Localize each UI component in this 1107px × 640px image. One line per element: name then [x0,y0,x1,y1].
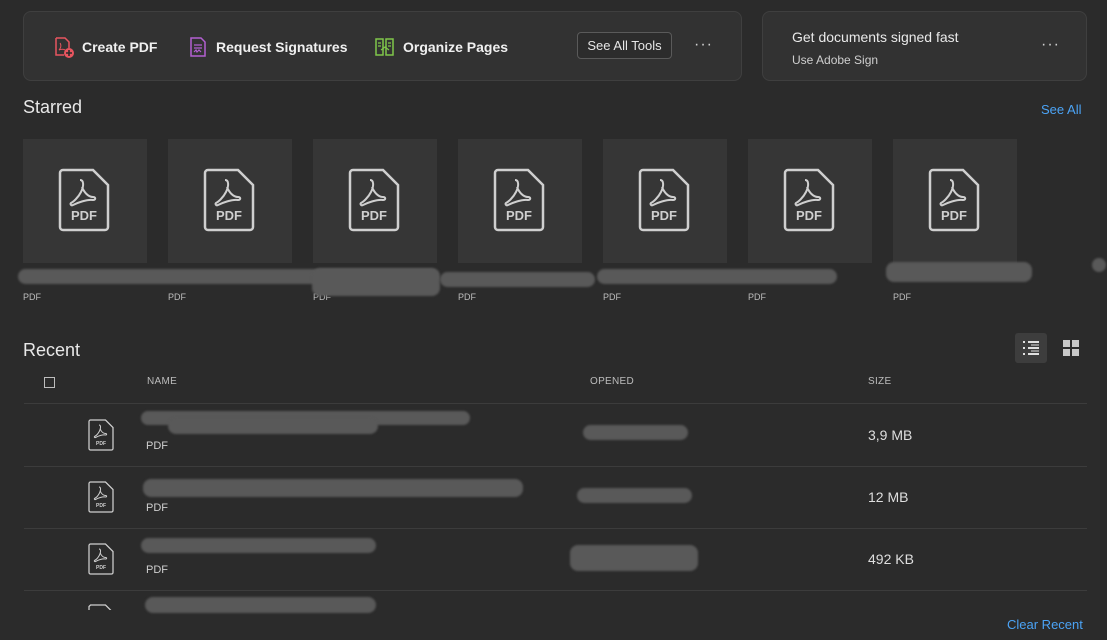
pdf-icon-label: PDF [96,503,106,509]
pdf-file-icon: PDF [203,168,255,232]
grid-view-button[interactable] [1055,333,1087,363]
starred-file-card[interactable]: PDF [458,139,582,263]
pdf-icon-label: PDF [96,441,106,447]
pdf-file-icon: PDF [348,168,400,232]
pdf-file-icon: PDF [638,168,690,232]
quick-tools-panel: Create PDF Request Signatures Organize P… [23,11,742,81]
starred-file-type: PDF [893,292,911,302]
redacted-name [168,418,378,434]
starred-file-type: PDF [458,292,476,302]
organize-pages-label: Organize Pages [403,39,509,55]
starred-file-card[interactable]: PDF [23,139,147,263]
pdf-icon-label: PDF [941,208,967,223]
recent-file-type: PDF [146,564,168,576]
pdf-file-icon: PDF [88,543,114,575]
pdf-icon-label: PDF [361,208,387,223]
pdf-icon-label: PDF [216,208,242,223]
divider [24,590,1087,591]
create-pdf-tool[interactable]: Create PDF [53,34,157,60]
file-icon: PDF [88,543,114,580]
redacted-name [145,597,376,613]
see-all-tools-button[interactable]: See All Tools [577,32,672,59]
starred-file-type: PDF [23,292,41,302]
starred-file-card[interactable]: PDF [313,139,437,263]
starred-file-type: PDF [603,292,621,302]
redacted-name [440,272,595,287]
sign-promo-title: Get documents signed fast [792,29,959,45]
create-pdf-label: Create PDF [82,39,158,55]
file-thumbnail: PDF [348,168,400,237]
starred-file-card[interactable]: PDF [168,139,292,263]
recent-title: Recent [23,340,81,360]
pdf-icon-label: PDF [651,208,677,223]
redacted-name [143,479,523,497]
pdf-file-icon: PDF [88,419,114,451]
redacted-name [886,262,1032,282]
recent-file-size: 492 KB [868,551,914,567]
organize-pages-tool[interactable]: Organize Pages [374,34,508,60]
recent-file-row[interactable]: PDF PDF 12 MB [24,466,1087,528]
organize-pages-icon [375,38,394,56]
recent-file-type: PDF [146,502,168,514]
file-icon [88,604,114,610]
request-signatures-icon [190,37,206,57]
file-icon: PDF [88,419,114,456]
starred-see-all-link[interactable]: See All [1041,102,1081,117]
redacted-date [570,545,698,571]
pdf-file-icon: PDF [58,168,110,232]
file-icon: PDF [88,481,114,518]
scroll-indicator[interactable] [1092,258,1106,272]
redacted-date [583,425,688,440]
starred-file-type: PDF [748,292,766,302]
request-signatures-tool[interactable]: Request Signatures [187,34,347,60]
select-all-checkbox[interactable] [44,377,55,388]
pdf-icon-label: PDF [796,208,822,223]
redacted-name [312,268,440,296]
pdf-file-icon: PDF [493,168,545,232]
create-pdf-icon [55,37,74,58]
recent-file-size: 3,9 MB [868,427,913,443]
starred-file-type: PDF [168,292,186,302]
sign-promo-more-icon[interactable]: ··· [1041,37,1060,53]
column-header-size[interactable]: SIZE [868,376,891,387]
redacted-name [141,538,376,553]
column-header-name[interactable]: NAME [147,376,177,387]
pdf-icon-label: PDF [506,208,532,223]
pdf-file-icon: PDF [783,168,835,232]
column-header-opened[interactable]: OPENED [590,376,634,387]
pdf-file-icon: PDF [88,481,114,513]
list-view-icon [1023,341,1039,355]
sign-promo-subtitle: Use Adobe Sign [792,53,879,67]
recent-file-type: PDF [146,440,168,452]
file-thumbnail: PDF [493,168,545,237]
redacted-name [597,269,837,284]
adobe-sign-promo[interactable]: Get documents signed fast Use Adobe Sign… [762,11,1087,81]
pdf-file-icon: PDF [928,168,980,232]
file-thumbnail: PDF [203,168,255,237]
recent-file-size: 12 MB [868,489,909,505]
pdf-icon-label: PDF [71,208,97,223]
pdf-icon-label: PDF [96,565,106,571]
starred-file-card[interactable]: PDF [748,139,872,263]
file-thumbnail: PDF [58,168,110,237]
redacted-date [577,488,692,503]
starred-file-card[interactable]: PDF [603,139,727,263]
tools-more-icon[interactable]: ··· [694,37,713,53]
starred-file-card[interactable]: PDF [893,139,1017,263]
list-view-button[interactable] [1015,333,1047,363]
grid-view-icon [1063,340,1079,356]
request-signatures-label: Request Signatures [216,39,348,55]
clear-recent-link[interactable]: Clear Recent [1007,617,1083,632]
file-thumbnail: PDF [638,168,690,237]
file-thumbnail: PDF [783,168,835,237]
file-thumbnail: PDF [928,168,980,237]
starred-title: Starred [23,97,83,117]
